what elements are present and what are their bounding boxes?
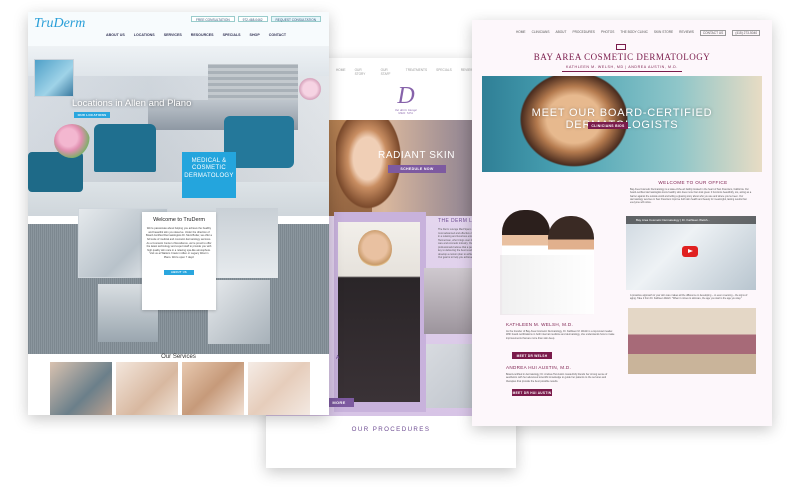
truderm-logo[interactable]: TruDerm (34, 16, 85, 32)
portfolio-stage: HOME OUR STORY OUR STAFF TREATMENTS SPEC… (0, 0, 800, 501)
derm-nav-treatments[interactable]: TREATMENTS (406, 68, 427, 78)
bay-doc1-name: KATHLEEN M. WELSH, M.D. (506, 322, 574, 327)
truderm-specialty-badge: MEDICAL & COSMETIC DERMATOLOGY (182, 152, 236, 198)
derm-nav-staff[interactable]: OUR STAFF (381, 68, 397, 78)
bay-office-title: WELCOME TO OUR OFFICE (658, 180, 728, 185)
derm-nav-specials[interactable]: SPECIALS (436, 68, 452, 78)
truderm-free-consult-link[interactable]: FREE CONSULTATION (190, 16, 235, 22)
bay-nav: HOME CLINICIANS ABOUT PROCEDURES PHOTOS … (516, 30, 761, 36)
derm-staff-face (358, 230, 392, 268)
bay-nav-body-clinic[interactable]: THE BODY CLINIC (620, 30, 648, 36)
truderm-hero-title: Locations in Allen and Plano (72, 98, 192, 109)
bay-brand-title[interactable]: BAY AREA COSMETIC DERMATOLOGY (472, 52, 772, 62)
truderm-service-card[interactable] (182, 362, 244, 415)
bay-clinicians-bios-button[interactable]: CLINICIANS BIOS (588, 122, 628, 129)
truderm-wall-art (34, 59, 74, 97)
truderm-welcome-body: We're passionate about helping you achie… (146, 227, 212, 259)
bay-nav-about[interactable]: ABOUT (555, 30, 566, 36)
truderm-nav-shop[interactable]: SHOP (250, 33, 260, 37)
bay-nav-clinicians[interactable]: CLINICIANS (532, 30, 550, 36)
bay-doctors-shadow (500, 255, 596, 315)
truderm-flowers (54, 124, 90, 158)
derm-hero-title: RADIANT SKIN (378, 150, 456, 161)
truderm-about-button[interactable]: ABOUT US (164, 269, 194, 275)
truderm-locations-button[interactable]: OUR LOCATIONS (74, 112, 110, 118)
truderm-flowers (298, 76, 322, 102)
bay-nav-reviews[interactable]: REVIEWS (679, 30, 694, 36)
derm-logo-sub: MED SPA (398, 112, 414, 115)
truderm-utility-bar: FREE CONSULTATION 972-468-0462 REQUEST C… (190, 16, 321, 22)
truderm-office-photo (208, 280, 270, 344)
truderm-service-card[interactable] (50, 362, 112, 415)
truderm-nav-services[interactable]: SERVICES (164, 33, 182, 37)
bay-brand-divider (562, 71, 682, 72)
truderm-office-photo (216, 208, 278, 278)
bay-meet-austin-button[interactable]: MEET DR HUI AUSTIN (512, 389, 552, 396)
truderm-nav-about[interactable]: ABOUT US (106, 33, 125, 37)
bay-nav-skin-store[interactable]: SKIN STORE (654, 30, 673, 36)
bay-meet-welsh-button[interactable]: MEET DR WELSH (512, 352, 552, 359)
truderm-chair (28, 152, 83, 192)
truderm-nav-contact[interactable]: CONTACT (269, 33, 286, 37)
truderm-welcome-title: Welcome to TruDerm (153, 217, 205, 223)
derm-nav-home[interactable]: HOME (336, 68, 346, 78)
truderm-phone-link[interactable]: 972-468-0462 (237, 16, 268, 22)
derm-procedures-title: OUR PROCEDURES (351, 426, 431, 433)
derm-logo[interactable]: D the derm lounge MED SPA (386, 84, 426, 120)
truderm-request-consult-button[interactable]: REQUEST CONSULTATION (270, 16, 321, 22)
truderm-chair (94, 124, 156, 172)
truderm-nav-locations[interactable]: LOCATIONS (134, 33, 155, 37)
bay-nav-procedures[interactable]: PROCEDURES (572, 30, 595, 36)
play-icon[interactable] (682, 246, 698, 257)
bay-doctor-names: KATHLEEN M. WELSH, MD | ANDREA AUSTIN, M… (566, 65, 678, 69)
truderm-site-mockup: TruDerm FREE CONSULTATION 972-468-0462 R… (28, 12, 329, 415)
bay-office-body-2: A proactive approach to your skin care m… (630, 294, 748, 301)
truderm-nav-specials[interactable]: SPECIALS (223, 33, 241, 37)
truderm-nav: ABOUT US LOCATIONS SERVICES RESOURCES SP… (106, 33, 286, 37)
bay-doc1-body: As the founder of Bay Area Cosmetic Derm… (506, 330, 615, 340)
derm-nav-story[interactable]: OUR STORY (355, 68, 372, 78)
bay-nav-photos[interactable]: PHOTOS (601, 30, 614, 36)
derm-logo-letter: D (397, 83, 415, 109)
bay-logo-emblem-icon (616, 44, 626, 50)
bay-doc2-name: ANDREA HUI AUSTIN, M.D. (506, 365, 572, 370)
truderm-stone-wall (208, 64, 298, 104)
derm-side-text: A (336, 355, 340, 361)
truderm-welcome-card: Welcome to TruDerm We're passionate abou… (142, 212, 216, 310)
bay-video-title: Bay Area Cosmetic Dermatology | Dr. Kath… (626, 216, 756, 224)
bay-nav-contact-button[interactable]: CONTACT US (699, 30, 727, 36)
bay-nav-home[interactable]: HOME (516, 30, 526, 36)
derm-schedule-button[interactable]: SCHEDULE NOW (388, 165, 446, 173)
bay-office-body: Bay Area Cosmetic Dermatology is a state… (630, 188, 752, 205)
truderm-service-card[interactable] (116, 362, 178, 415)
truderm-nav-resources[interactable]: RESOURCES (191, 33, 214, 37)
truderm-services-title: Our Services (161, 354, 196, 360)
bay-nav-phone[interactable]: (415) 273-5040 (732, 30, 761, 36)
truderm-service-card[interactable] (248, 362, 310, 415)
bay-area-site-mockup: HOME CLINICIANS ABOUT PROCEDURES PHOTOS … (472, 20, 772, 426)
bay-office-photo (628, 308, 756, 374)
bay-doc2-body: Board-certified in dermatology, Dr. Andr… (506, 373, 608, 383)
